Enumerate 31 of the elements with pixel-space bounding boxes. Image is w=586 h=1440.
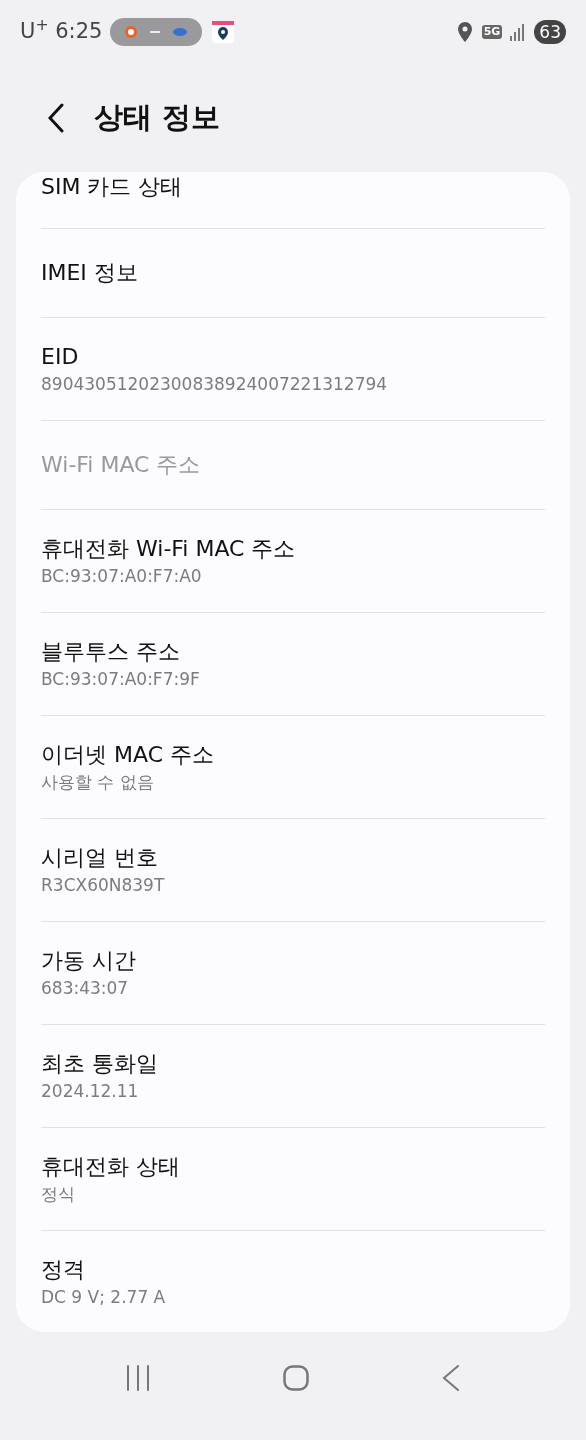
item-value: 89043051202300838924007221312794 [41, 373, 389, 396]
status-time: U$^{+}$ 6:25 [20, 16, 103, 46]
item-value: DC 9 V; 2.77 A [41, 1286, 167, 1309]
item-title[interactable]: 가동 시간 [41, 946, 545, 976]
item-value: R3CX60N839T [41, 874, 166, 897]
back-icon [48, 103, 64, 133]
map-pin-app-icon [212, 21, 235, 43]
signal-icon [510, 23, 527, 41]
item-value: BC:93:07:A0:F7:A0 [41, 565, 203, 588]
item-title[interactable]: IMEI 정보 [41, 258, 545, 288]
item-value: 사용할 수 없음 [41, 771, 155, 794]
item-title[interactable]: 정격 [41, 1255, 545, 1285]
network-type-label: 5G [481, 25, 503, 39]
item-value: BC:93:07:A0:F7:9F [41, 668, 201, 691]
item-value: 정식 [41, 1183, 76, 1206]
page-title: 상태 정보 [94, 99, 221, 137]
app-icon [124, 25, 139, 39]
item-title[interactable]: 이더넷 MAC 주소 [41, 740, 545, 770]
item-title[interactable]: 최초 통화일 [41, 1049, 545, 1079]
item-value: 683:43:07 [41, 977, 130, 1000]
location-icon [457, 22, 472, 42]
item-title[interactable]: SIM 카드 상태 [41, 172, 545, 202]
item-title[interactable]: 블루투스 주소 [41, 637, 545, 667]
dash-icon [150, 30, 161, 34]
item-title[interactable]: EID [41, 342, 545, 372]
item-title[interactable]: 시리얼 번호 [41, 843, 545, 873]
battery-indicator: 63 [534, 20, 566, 44]
app-icon [172, 26, 189, 38]
item-title[interactable]: 휴대전화 상태 [41, 1152, 545, 1182]
item-value: 2024.12.11 [41, 1080, 140, 1103]
item-title[interactable]: 휴대전화 Wi-Fi MAC 주소 [41, 534, 545, 564]
